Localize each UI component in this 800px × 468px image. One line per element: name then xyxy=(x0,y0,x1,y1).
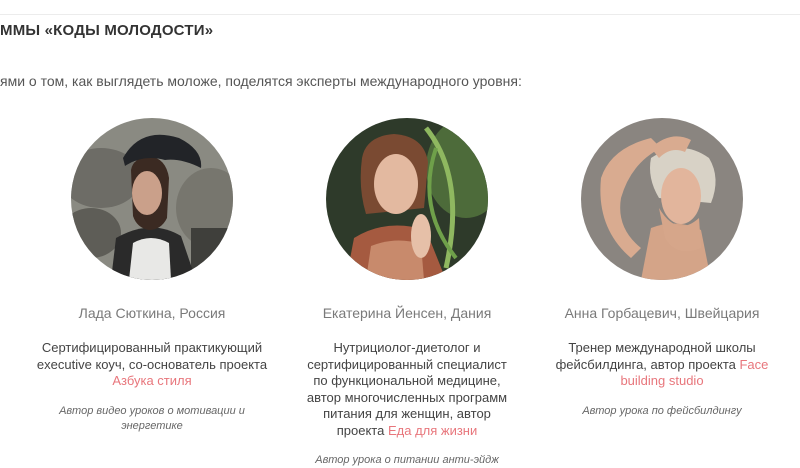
section-intro: ями о том, как выглядеть моложе, поделят… xyxy=(0,73,522,89)
expert-card: Анна Горбацевич, Швейцария Тренер междун… xyxy=(537,118,787,419)
description-text: Тренер международной школы фейсбилдинга,… xyxy=(555,340,756,372)
section-heading: ММЫ «КОДЫ МОЛОДОСТИ» xyxy=(0,22,214,39)
expert-name: Анна Горбацевич, Швейцария xyxy=(564,305,760,321)
description-text: Сертифицированный практикующий executive… xyxy=(36,340,268,372)
expert-photo xyxy=(581,118,743,280)
top-divider xyxy=(0,14,800,15)
expert-note: Автор урока по фейсбилдингу xyxy=(582,404,742,417)
portrait-photo-icon xyxy=(326,118,488,280)
portrait-photo-icon xyxy=(71,118,233,280)
project-link[interactable]: Еда для жизни xyxy=(388,423,477,438)
expert-photo xyxy=(71,118,233,280)
expert-note: Автор видео уроков о мотивации и энергет… xyxy=(59,404,245,432)
expert-card: Лада Сюткина, Россия Сертифицированный п… xyxy=(27,118,277,434)
expert-description: Нутрициолог-диетолог и сертифицированный… xyxy=(302,340,512,439)
expert-card: Екатерина Йенсен, Дания Нутрициолог-диет… xyxy=(282,118,532,468)
expert-note: Автор урока о питании анти-эйдж xyxy=(315,454,499,466)
expert-name: Екатерина Йенсен, Дания xyxy=(322,305,492,321)
expert-description: Тренер международной школы фейсбилдинга,… xyxy=(555,340,770,390)
portrait-photo-icon xyxy=(581,118,743,280)
project-link[interactable]: Азбука стиля xyxy=(112,373,191,388)
expert-name: Лада Сюткина, Россия xyxy=(78,305,226,321)
expert-description: Сертифицированный практикующий executive… xyxy=(27,340,277,390)
expert-photo xyxy=(326,118,488,280)
